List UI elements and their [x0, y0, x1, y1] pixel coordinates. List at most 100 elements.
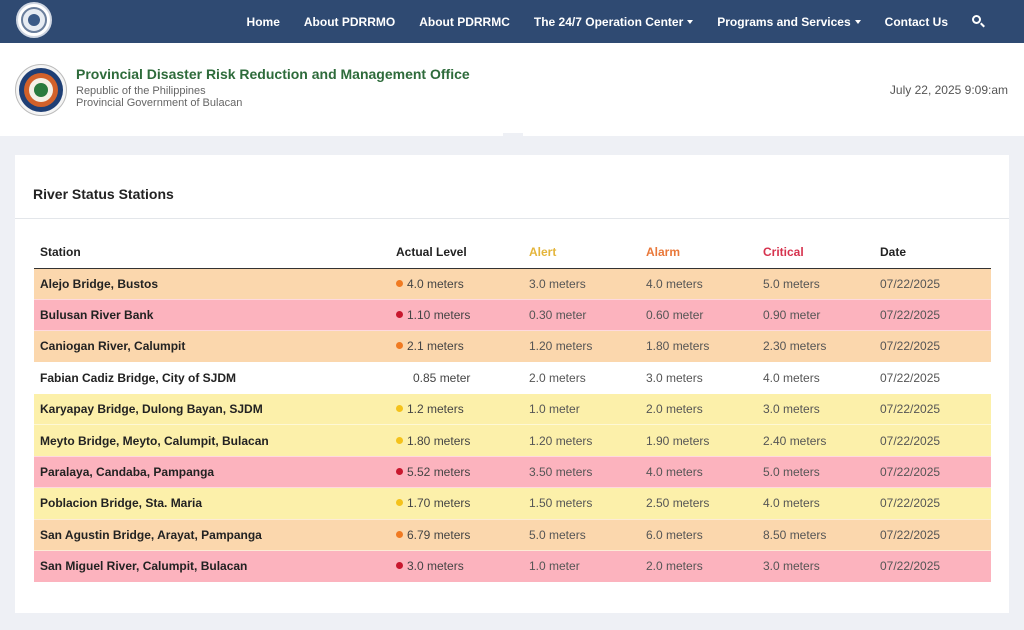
actual-level-cell: 5.52 meters — [390, 455, 523, 488]
table-row: Bulusan River Bank 1.10 meters 0.30 meter 0… — [34, 298, 991, 331]
station-cell: San Agustin Bridge, Arayat, Pampanga — [34, 518, 390, 551]
actual-level-value: 6.79 meters — [407, 527, 471, 542]
status-dot-icon — [396, 530, 403, 538]
office-title: Provincial Disaster Risk Reduction and M… — [76, 66, 470, 82]
date-cell: 07/22/2025 — [874, 298, 991, 331]
alarm-cell: 4.0 meters — [640, 455, 757, 488]
nav-operation-center-dropdown[interactable]: The 24/7 Operation Center — [534, 15, 694, 29]
actual-level-value: 1.70 meters — [407, 496, 471, 511]
nav-programs-services-dropdown[interactable]: Programs and Services — [717, 15, 861, 29]
table-row: Poblacion Bridge, Sta. Maria 1.70 meters 1… — [34, 487, 991, 520]
actual-level-value: 0.85 meter — [413, 370, 471, 385]
table-row: Meyto Bridge, Meyto, Calumpit, Bulacan 1.… — [34, 424, 991, 457]
critical-cell: 2.40 meters — [757, 424, 874, 457]
nav-about-pdrrmo[interactable]: About PDRRMO — [304, 15, 395, 29]
status-dot-icon — [396, 374, 403, 381]
critical-cell: 0.90 meter — [757, 298, 874, 331]
card-header: River Status Stations — [15, 155, 1009, 219]
current-datetime: July 22, 2025 9:09:am — [889, 83, 1008, 97]
critical-cell: 8.50 meters — [757, 518, 874, 551]
province-seal-logo[interactable] — [16, 2, 52, 38]
actual-level-value: 1.2 meters — [407, 402, 464, 417]
actual-level-value: 1.10 meters — [407, 308, 471, 323]
station-cell: Caniogan River, Calumpit — [34, 330, 390, 363]
station-cell: San Miguel River, Calumpit, Bulacan — [34, 550, 390, 582]
date-cell: 07/22/2025 — [874, 361, 991, 394]
status-dot-icon — [396, 279, 403, 287]
station-cell: Alejo Bridge, Bustos — [34, 267, 390, 300]
critical-cell: 2.30 meters — [757, 330, 874, 363]
date-cell: 07/22/2025 — [874, 393, 991, 425]
alarm-cell: 1.80 meters — [640, 330, 757, 363]
river-status-card: River Status Stations Station Actual Lev… — [15, 155, 1009, 613]
alarm-cell: 1.90 meters — [640, 424, 757, 457]
actual-level-cell: 1.10 meters — [390, 298, 523, 331]
date-cell: 07/22/2025 — [874, 455, 991, 488]
col-actual-level: Actual Level — [390, 237, 523, 269]
col-alarm: Alarm — [640, 237, 757, 269]
status-dot-icon — [396, 436, 403, 444]
status-dot-icon — [396, 562, 403, 570]
alert-cell: 1.20 meters — [523, 424, 640, 457]
date-cell: 07/22/2025 — [874, 518, 991, 551]
critical-cell: 4.0 meters — [757, 487, 874, 520]
col-alert: Alert — [523, 237, 640, 269]
alarm-cell: 3.0 meters — [640, 361, 757, 394]
alert-cell: 5.0 meters — [523, 518, 640, 551]
alert-cell: 2.0 meters — [523, 361, 640, 394]
nav-home[interactable]: Home — [247, 15, 280, 29]
river-status-table: Station Actual Level Alert Alarm Critica… — [34, 237, 991, 582]
alert-cell: 1.0 meter — [523, 393, 640, 425]
pdrrmo-seal-logo — [15, 64, 67, 116]
alarm-cell: 2.0 meters — [640, 393, 757, 425]
critical-cell: 5.0 meters — [757, 267, 874, 300]
alarm-cell: 6.0 meters — [640, 518, 757, 551]
station-cell: Paralaya, Candaba, Pampanga — [34, 455, 390, 488]
table-row: San Agustin Bridge, Arayat, Pampanga 6.79… — [34, 518, 991, 551]
station-cell: Meyto Bridge, Meyto, Calumpit, Bulacan — [34, 424, 390, 457]
actual-level-value: 2.1 meters — [407, 339, 464, 354]
station-cell: Fabian Cadiz Bridge, City of SJDM — [34, 361, 390, 394]
actual-level-cell: 1.70 meters — [390, 487, 523, 520]
search-icon[interactable] — [972, 14, 986, 29]
alarm-cell: 2.0 meters — [640, 550, 757, 582]
actual-level-cell: 1.2 meters — [390, 393, 523, 425]
actual-level-value: 4.0 meters — [407, 276, 464, 291]
table-row: Fabian Cadiz Bridge, City of SJDM 0.85 me… — [34, 361, 991, 394]
actual-level-cell: 1.80 meters — [390, 424, 523, 457]
col-station: Station — [34, 237, 390, 269]
alert-cell: 1.50 meters — [523, 487, 640, 520]
alert-cell: 1.20 meters — [523, 330, 640, 363]
card-title: River Status Stations — [33, 186, 174, 202]
actual-level-value: 3.0 meters — [407, 559, 464, 574]
table-row: Alejo Bridge, Bustos 4.0 meters 3.0 meters… — [34, 267, 991, 300]
alarm-cell: 0.60 meter — [640, 298, 757, 331]
date-cell: 07/22/2025 — [874, 330, 991, 363]
actual-level-cell: 3.0 meters — [390, 550, 523, 582]
alert-cell: 1.0 meter — [523, 550, 640, 582]
station-cell: Bulusan River Bank — [34, 298, 390, 331]
status-dot-icon — [396, 311, 403, 319]
status-dot-icon — [396, 468, 403, 476]
date-cell: 07/22/2025 — [874, 267, 991, 300]
actual-level-value: 1.80 meters — [407, 433, 471, 448]
office-subtitle-republic: Republic of the Philippines — [76, 85, 206, 97]
chevron-down-icon — [687, 19, 694, 24]
table-row: San Miguel River, Calumpit, Bulacan 3.0 m… — [34, 550, 991, 582]
alarm-cell: 4.0 meters — [640, 267, 757, 300]
date-cell: 07/22/2025 — [874, 487, 991, 520]
col-date: Date — [874, 237, 991, 269]
nav-contact-us[interactable]: Contact Us — [885, 15, 948, 29]
table-row: Karyapay Bridge, Dulong Bayan, SJDM 1.2 m… — [34, 393, 991, 425]
status-dot-icon — [396, 342, 403, 350]
table-header-row: Station Actual Level Alert Alarm Critica… — [34, 237, 991, 269]
top-navbar: Home About PDRRMO About PDRRMC The 24/7 … — [0, 0, 1024, 43]
status-dot-icon — [396, 499, 403, 507]
alert-cell: 3.0 meters — [523, 267, 640, 300]
chevron-down-icon — [854, 19, 861, 24]
col-critical: Critical — [757, 237, 874, 269]
date-cell: 07/22/2025 — [874, 550, 991, 582]
actual-level-cell: 6.79 meters — [390, 518, 523, 551]
alarm-cell: 2.50 meters — [640, 487, 757, 520]
nav-about-pdrrmc[interactable]: About PDRRMC — [419, 15, 510, 29]
